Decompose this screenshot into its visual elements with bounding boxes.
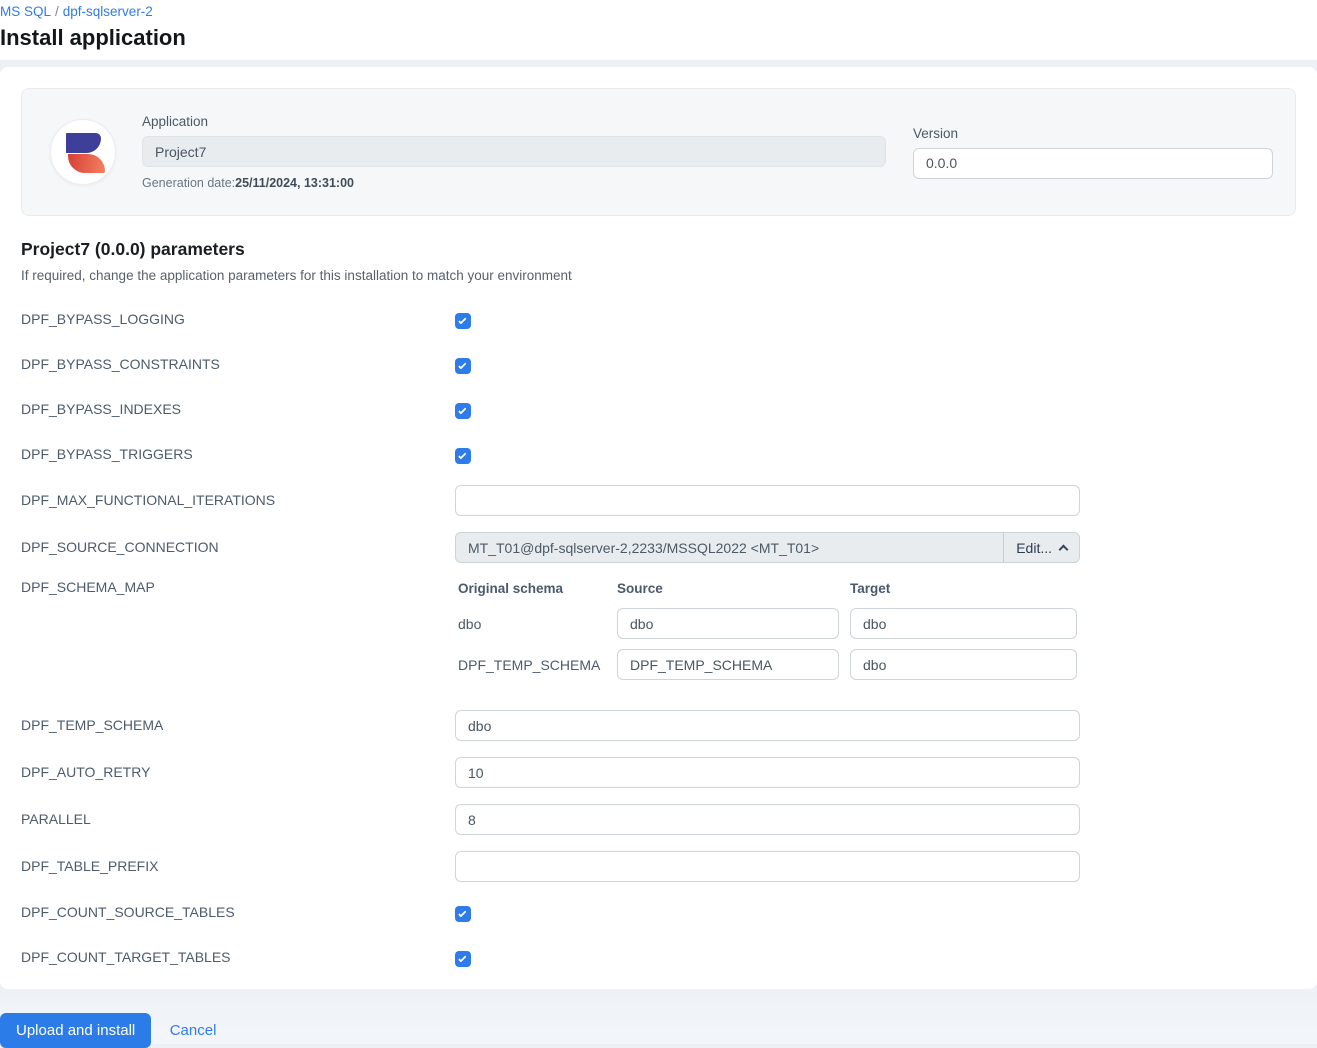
edit-connection-button[interactable]: Edit...	[1003, 533, 1079, 562]
schema-target-input[interactable]	[850, 649, 1077, 680]
breadcrumb-separator: /	[55, 4, 59, 19]
version-input[interactable]	[913, 147, 1273, 179]
param-label: DPF_BYPASS_INDEXES	[21, 401, 182, 417]
param-row-source-connection: DPF_SOURCE_CONNECTION Edit...	[21, 532, 1296, 563]
parameters-subheading: If required, change the application para…	[21, 268, 572, 283]
param-checkbox[interactable]	[455, 951, 471, 967]
action-footer: Upload and install Cancel	[0, 989, 1317, 1048]
application-card: Application Generation date:25/11/2024, …	[21, 88, 1296, 216]
param-checkbox[interactable]	[455, 403, 471, 419]
param-label: DPF_SCHEMA_MAP	[21, 579, 155, 595]
checkmark-icon	[458, 909, 467, 918]
param-input[interactable]	[455, 851, 1080, 882]
param-label: DPF_COUNT_TARGET_TABLES	[21, 949, 231, 965]
chevron-up-icon	[1058, 544, 1069, 554]
param-row-bypass-triggers: DPF_BYPASS_TRIGGERS	[21, 440, 1296, 469]
schema-map-header: Original schema Source Target	[455, 581, 1080, 596]
generation-date: Generation date:25/11/2024, 13:31:00	[142, 176, 886, 190]
param-label: DPF_TEMP_SCHEMA	[21, 717, 164, 733]
breadcrumb-link-server[interactable]: dpf-sqlserver-2	[63, 4, 153, 19]
param-row-schema-map: DPF_SCHEMA_MAP Original schema Source Ta…	[21, 579, 1296, 690]
param-row-count-target-tables: DPF_COUNT_TARGET_TABLES	[21, 943, 1296, 972]
checkmark-icon	[458, 451, 467, 460]
param-input[interactable]	[455, 710, 1080, 741]
schema-map-table: Original schema Source Target dbo DPF_TE…	[455, 581, 1080, 680]
source-connection-group: Edit...	[455, 532, 1080, 563]
schema-source-input[interactable]	[617, 608, 839, 639]
breadcrumb: MS SQL / dpf-sqlserver-2	[0, 3, 1317, 20]
breadcrumb-link-ms-sql[interactable]: MS SQL	[0, 4, 51, 19]
param-input[interactable]	[455, 485, 1080, 516]
schema-col-source: Source	[617, 581, 663, 596]
param-checkbox[interactable]	[455, 358, 471, 374]
param-row-count-source-tables: DPF_COUNT_SOURCE_TABLES	[21, 898, 1296, 927]
param-row-parallel: PARALLEL	[21, 804, 1296, 835]
param-row-temp-schema: DPF_TEMP_SCHEMA	[21, 710, 1296, 741]
checkmark-icon	[458, 406, 467, 415]
param-row-auto-retry: DPF_AUTO_RETRY	[21, 757, 1296, 788]
main-panel: Application Generation date:25/11/2024, …	[0, 67, 1317, 989]
param-label: PARALLEL	[21, 811, 91, 827]
param-input[interactable]	[455, 757, 1080, 788]
param-label: DPF_BYPASS_CONSTRAINTS	[21, 356, 220, 372]
schema-col-target: Target	[850, 581, 891, 596]
app-logo-blue-shape	[66, 133, 101, 153]
generation-date-label: Generation date:	[142, 176, 236, 190]
application-input[interactable]	[142, 136, 886, 167]
app-logo-icon	[50, 119, 116, 185]
param-label: DPF_SOURCE_CONNECTION	[21, 539, 219, 555]
app-logo-red-shape	[68, 154, 105, 173]
version-label: Version	[913, 125, 959, 141]
param-checkbox[interactable]	[455, 313, 471, 329]
param-label: DPF_AUTO_RETRY	[21, 764, 151, 780]
upload-and-install-button[interactable]: Upload and install	[0, 1013, 152, 1048]
cancel-link[interactable]: Cancel	[170, 1022, 217, 1039]
param-label: DPF_BYPASS_LOGGING	[21, 311, 185, 327]
page-title: Install application	[0, 25, 186, 50]
param-row-bypass-logging: DPF_BYPASS_LOGGING	[21, 305, 1296, 334]
param-checkbox[interactable]	[455, 906, 471, 922]
param-label: DPF_COUNT_SOURCE_TABLES	[21, 904, 235, 920]
schema-map-row: DPF_TEMP_SCHEMA	[455, 649, 1080, 680]
param-label: DPF_MAX_FUNCTIONAL_ITERATIONS	[21, 492, 276, 508]
param-row-bypass-indexes: DPF_BYPASS_INDEXES	[21, 395, 1296, 424]
schema-original-value: dbo	[458, 615, 482, 632]
generation-date-value: 25/11/2024, 13:31:00	[235, 176, 354, 190]
checkmark-icon	[458, 954, 467, 963]
param-row-max-functional-iterations: DPF_MAX_FUNCTIONAL_ITERATIONS	[21, 485, 1296, 516]
param-label: DPF_TABLE_PREFIX	[21, 858, 159, 874]
param-checkbox[interactable]	[455, 448, 471, 464]
parameters-heading: Project7 (0.0.0) parameters	[21, 239, 245, 259]
page-header: MS SQL / dpf-sqlserver-2 Install applicati…	[0, 0, 1317, 60]
parameters-list: DPF_BYPASS_LOGGING DPF_BYPASS_CONSTRAINT…	[21, 305, 1296, 972]
edit-button-label: Edit...	[1016, 539, 1052, 556]
schema-original-value: DPF_TEMP_SCHEMA	[458, 656, 601, 673]
param-row-bypass-constraints: DPF_BYPASS_CONSTRAINTS	[21, 350, 1296, 379]
param-label: DPF_BYPASS_TRIGGERS	[21, 446, 193, 462]
checkmark-icon	[458, 361, 467, 370]
application-label: Application	[142, 114, 209, 129]
schema-source-input[interactable]	[617, 649, 839, 680]
schema-map-row: dbo	[455, 608, 1080, 639]
param-input[interactable]	[455, 804, 1080, 835]
param-row-table-prefix: DPF_TABLE_PREFIX	[21, 851, 1296, 882]
source-connection-input[interactable]	[456, 533, 1004, 562]
checkmark-icon	[458, 316, 467, 325]
schema-col-original: Original schema	[458, 581, 564, 596]
schema-target-input[interactable]	[850, 608, 1077, 639]
